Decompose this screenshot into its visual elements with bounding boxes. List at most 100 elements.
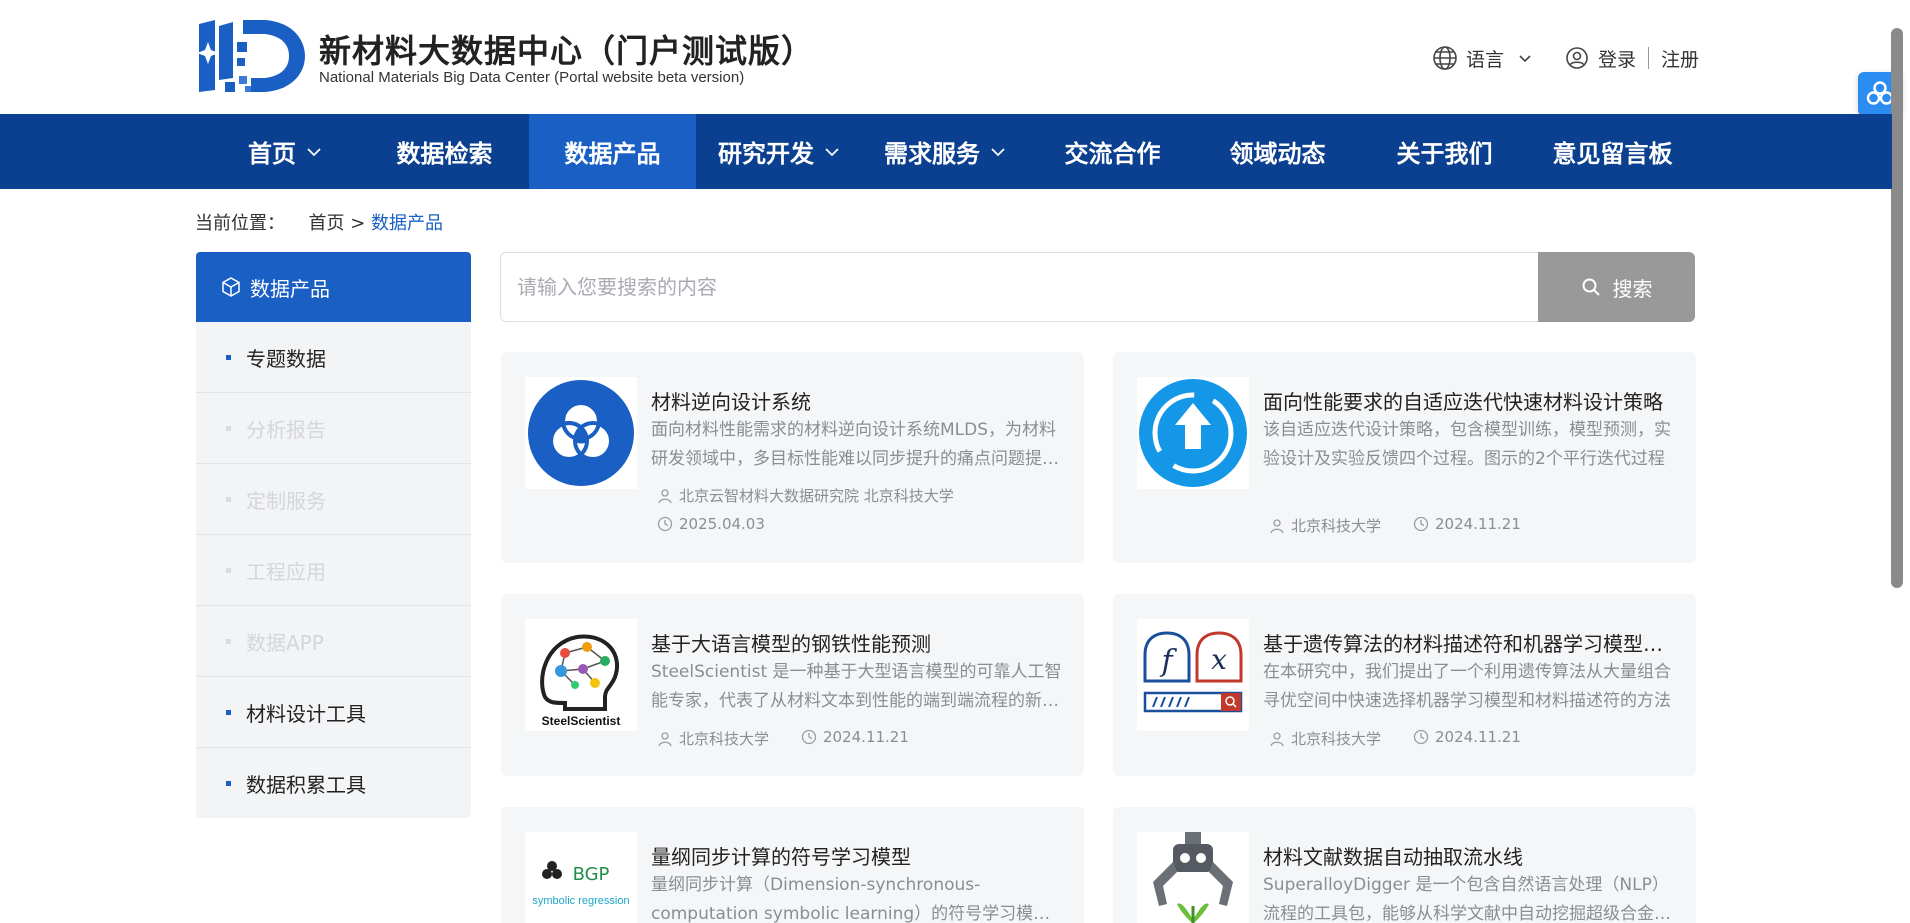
user-icon [658,488,672,503]
card-title: 量纲同步计算的符号学习模型 [651,845,911,869]
card-date-label: 2024.11.21 [1435,515,1521,533]
search-bar: 搜索 [500,252,1695,322]
card-date-label: 2025.04.03 [679,515,765,533]
breadcrumb-current[interactable]: 数据产品 [371,213,443,234]
product-card[interactable]: 材料逆向设计系统 面向材料性能需求的材料逆向设计系统MLDS，为材料研发领域中，… [501,352,1084,563]
bgp-logo-icon: BGP symbolic regression [532,861,630,907]
site-title: 新材料大数据中心（门户测试版） [319,32,815,70]
breadcrumb-prefix: 当前位置： [195,213,285,234]
bullet [226,425,231,431]
globe-icon [1432,45,1458,71]
user-icon [1270,518,1284,533]
breadcrumb-home[interactable]: 首页 [308,213,344,234]
card-description: 在本研究中，我们提出了一个利用遗传算法从大量组合寻优空间中快速选择机器学习模型和… [1263,662,1671,711]
nav-item-demand-service[interactable]: 需求服务 [870,114,1020,189]
language-label: 语言 [1466,48,1505,71]
card-title: 材料文献数据自动抽取流水线 [1263,845,1523,869]
brain-network-icon: SteelScientist [540,634,621,728]
sidebar-heading[interactable]: 数据产品 [196,252,471,322]
product-card[interactable]: 面向性能要求的自适应迭代快速材料设计策略 该自适应迭代设计策略，包含模型训练，模… [1113,352,1696,563]
card-thumbnail: f x [1137,619,1249,731]
card-date-label: 2024.11.21 [1435,728,1521,746]
venn-logo-icon [528,380,634,486]
nav-item-data-search[interactable]: 数据检索 [372,114,517,189]
nav-item-home[interactable]: 首页 [210,114,360,189]
card-org-label: 北京科技大学 [1291,730,1382,748]
card-org: 北京科技大学 [657,728,769,749]
chevron-down-icon [991,147,1005,156]
register-link[interactable]: 注册 [1661,45,1699,72]
chevron-down-icon [307,147,321,156]
card-date: 2024.11.21 [1413,728,1521,746]
card-date: 2025.04.03 [657,515,765,533]
breadcrumb: 当前位置： 首页 > 数据产品 [195,209,443,235]
nav-label: 交流合作 [1064,140,1161,168]
nav-item-news[interactable]: 领域动态 [1205,114,1350,189]
card-thumbnail: BGP symbolic regression [525,832,637,923]
bullet [226,567,231,573]
bullet [226,781,231,786]
card-thumbnail [1137,377,1249,489]
bullet [226,638,231,644]
nav-label: 需求服务 [884,140,980,168]
language-selector[interactable]: 语言 [1432,45,1538,72]
nav-item-cooperation[interactable]: 交流合作 [1040,114,1185,189]
nav-label: 首页 [248,140,296,168]
function-search-icon: f x [1143,631,1243,713]
login-link[interactable]: 登录 [1564,45,1636,72]
bullet [226,709,231,715]
nav-label: 意见留言板 [1552,140,1673,168]
user-circle-icon [1564,45,1590,71]
card-org-label: 北京科技大学 [679,730,770,748]
nav-item-research[interactable]: 研究开发 [704,114,854,189]
chevron-down-icon [1512,45,1538,71]
logo-year: 2024 [267,81,285,90]
nav-label: 数据检索 [396,140,493,168]
nav-item-about[interactable]: 关于我们 [1372,114,1517,189]
page-scrollbar[interactable] [1891,28,1903,588]
nav-label: 关于我们 [1396,140,1493,168]
clock-icon [1413,729,1429,745]
user-icon [1270,731,1284,746]
card-date: 2024.11.21 [1413,515,1521,533]
sidebar-item-label: 分析报告 [246,417,326,442]
search-button[interactable]: 搜索 [1538,252,1695,322]
sidebar-item-label: 定制服务 [246,488,326,513]
thumb-title: BGP [573,864,610,885]
card-org: 北京科技大学 [1269,515,1381,536]
main-nav: 首页 数据检索 数据产品 研究开发 需求服务 交流合作 领域动态 关于我们 意见… [0,114,1892,189]
sidebar-item-label: 数据积累工具 [246,773,366,797]
product-card[interactable]: BGP symbolic regression 量纲同步计算的符号学习模型 量纲… [501,807,1084,923]
nav-label: 研究开发 [718,140,814,168]
card-org-label: 北京云智材料大数据研究院 北京科技大学 [679,487,954,505]
card-thumbnail [525,377,637,489]
product-card[interactable]: SteelScientist 基于大语言模型的钢铁性能预测 SteelScien… [501,594,1084,776]
clock-icon [657,516,673,532]
card-date-label: 2024.11.21 [823,728,909,746]
card-description: 面向材料性能需求的材料逆向设计系统MLDS，为材料研发领域中，多目标性能难以同步… [651,420,1059,469]
sidebar-item-design-tools[interactable]: 材料设计工具 [196,677,471,748]
bullet [226,354,231,360]
iterate-arrow-icon [1139,379,1247,487]
product-card[interactable]: 材料文献数据自动抽取流水线 SuperalloyDigger 是一个包含自然语言… [1113,807,1696,923]
cube-icon [222,277,240,297]
search-input[interactable] [501,253,1538,321]
sidebar-item-topic-data[interactable]: 专题数据 [196,322,471,393]
sidebar-item-label: 专题数据 [246,346,326,371]
card-description: SuperalloyDigger 是一个包含自然语言处理（NLP）流程的工具包，… [1263,875,1671,923]
site-subtitle: National Materials Big Data Center (Port… [319,69,745,86]
card-org: 北京科技大学 [1269,728,1381,749]
thumb-caption: symbolic regression [532,895,629,907]
sidebar-item-label: 数据APP [246,630,324,655]
card-thumbnail [1137,832,1249,923]
site-logo[interactable]: 2024 [195,18,307,94]
nav-item-feedback[interactable]: 意见留言板 [1540,114,1685,189]
product-card[interactable]: f x 基于遗传算法的材料描述符和机器学习模型选择方法 在本研究中，我们提出了一… [1113,594,1696,776]
nav-label: 领域动态 [1229,140,1326,168]
sidebar-item-accumulation-tools[interactable]: 数据积累工具 [196,748,471,818]
nav-item-data-products[interactable]: 数据产品 [529,114,696,189]
thumb-caption: SteelScientist [542,714,621,728]
clock-icon [1413,516,1429,532]
bullet [226,496,231,502]
robot-gripper-icon [1153,832,1233,923]
